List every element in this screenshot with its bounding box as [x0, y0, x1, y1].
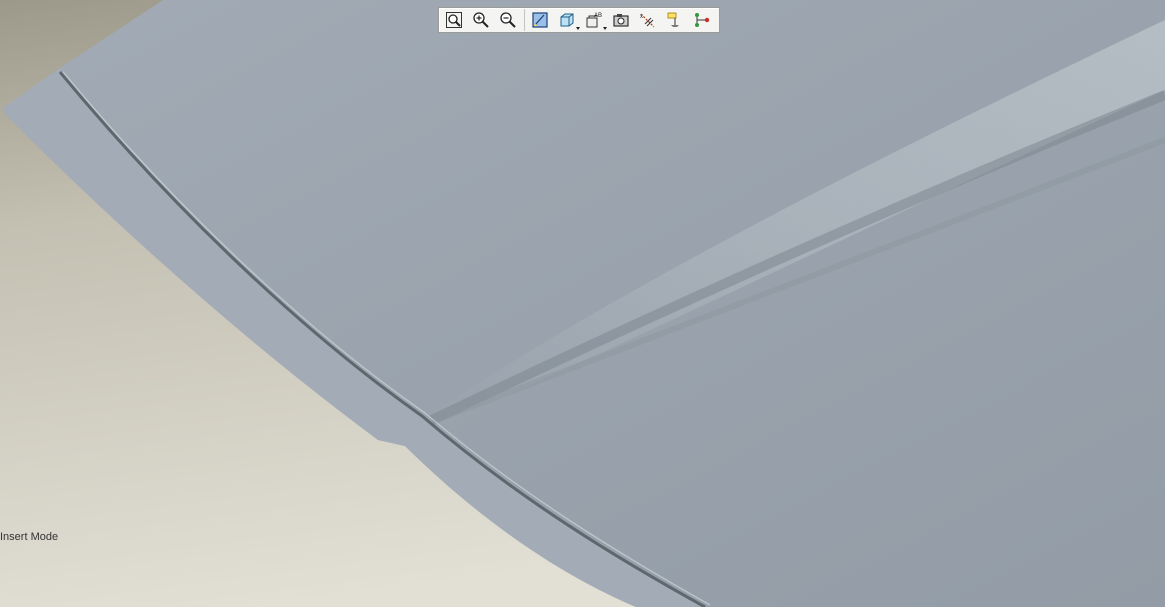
- repaint-button[interactable]: [529, 9, 551, 31]
- zoom-out-button[interactable]: [497, 9, 519, 31]
- svg-text:x: x: [640, 14, 643, 20]
- zoom-out-icon: [500, 12, 516, 28]
- datum-plane-icon: [667, 12, 679, 27]
- model-viewport[interactable]: [0, 0, 1165, 607]
- datum-display-icon: AB: [586, 13, 602, 28]
- saved-view-button[interactable]: [556, 9, 580, 31]
- status-mode-label: Insert Mode: [0, 531, 59, 543]
- zoom-in-button[interactable]: [470, 9, 492, 31]
- zoom-fit-button[interactable]: [443, 9, 465, 31]
- camera-button[interactable]: [610, 9, 632, 31]
- datum-axis-button[interactable]: x: [637, 9, 659, 31]
- datum-plane-button[interactable]: [664, 9, 686, 31]
- dropdown-arrow-icon: [576, 27, 580, 30]
- saved-view-icon: [560, 13, 574, 27]
- toolbar-separator: [524, 9, 525, 31]
- zoom-in-icon: [473, 12, 489, 28]
- datum-display-button[interactable]: AB: [583, 9, 607, 31]
- repaint-icon: [532, 12, 548, 28]
- dropdown-arrow-icon: [603, 27, 607, 30]
- network-icon: [695, 13, 710, 27]
- zoom-fit-icon: [446, 12, 462, 28]
- datum-axis-icon: x: [640, 13, 655, 28]
- network-button[interactable]: [691, 9, 713, 31]
- svg-text:AB: AB: [594, 13, 602, 19]
- camera-icon: [613, 14, 629, 27]
- view-toolbar: AB x: [438, 7, 720, 33]
